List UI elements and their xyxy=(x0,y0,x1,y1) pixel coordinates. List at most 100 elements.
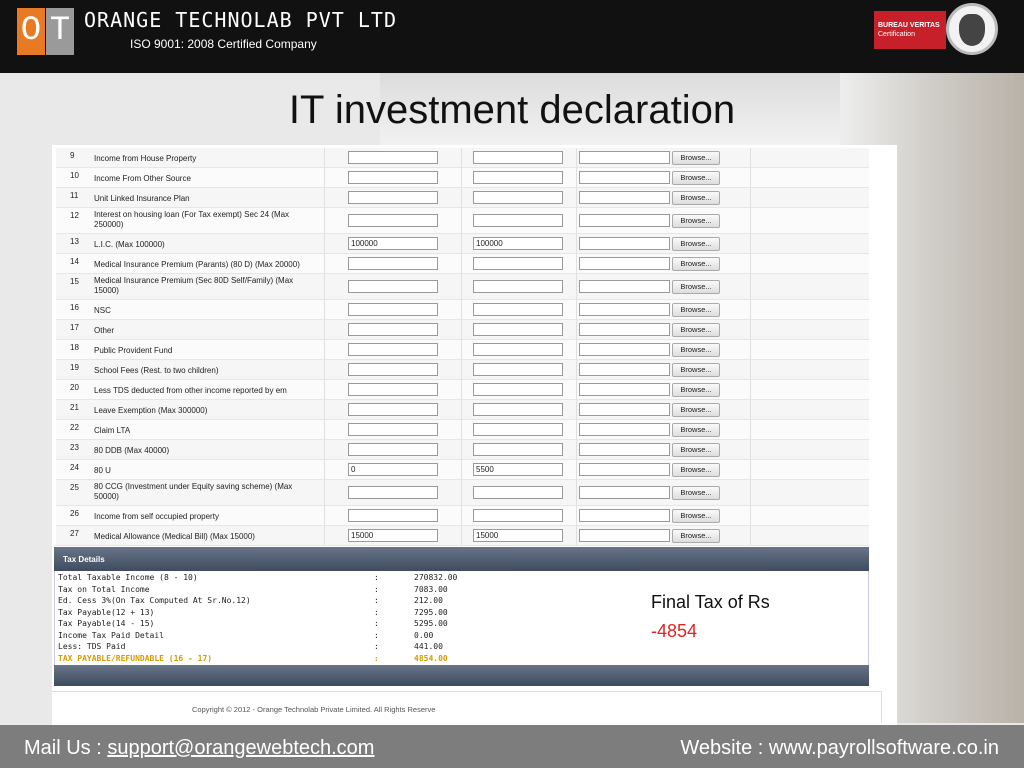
column-divider xyxy=(576,480,577,505)
column-divider xyxy=(750,208,751,233)
actual-amount-input[interactable] xyxy=(473,280,563,293)
declared-amount-input[interactable] xyxy=(348,323,438,336)
declared-amount-input[interactable] xyxy=(348,303,438,316)
declared-amount-input[interactable]: 100000 xyxy=(348,237,438,250)
browse-button[interactable]: Browse... xyxy=(672,256,720,271)
column-divider xyxy=(461,400,462,419)
declared-amount-input[interactable]: 0 xyxy=(348,463,438,476)
file-path-input[interactable] xyxy=(579,323,670,336)
file-path-input[interactable] xyxy=(579,280,670,293)
bureau-veritas-badge: BUREAU VERITAS Certification xyxy=(874,11,946,49)
declared-amount-input[interactable] xyxy=(348,403,438,416)
file-path-input[interactable] xyxy=(579,171,670,184)
tax-line-separator: : xyxy=(374,642,379,651)
tax-line-value: 270832.00 xyxy=(414,573,458,582)
file-path-input[interactable] xyxy=(579,403,670,416)
actual-amount-input[interactable]: 100000 xyxy=(473,237,563,250)
actual-amount-input[interactable]: 5500 xyxy=(473,463,563,476)
file-path-input[interactable] xyxy=(579,509,670,522)
browse-button[interactable]: Browse... xyxy=(672,462,720,477)
actual-amount-input[interactable] xyxy=(473,423,563,436)
row-description: School Fees (Rest. to two children) xyxy=(94,366,219,375)
actual-amount-input[interactable] xyxy=(473,443,563,456)
file-path-input[interactable] xyxy=(579,363,670,376)
browse-button[interactable]: Browse... xyxy=(672,442,720,457)
browse-button[interactable]: Browse... xyxy=(672,302,720,317)
declared-amount-input[interactable] xyxy=(348,383,438,396)
browse-button[interactable]: Browse... xyxy=(672,170,720,185)
declared-amount-input[interactable] xyxy=(348,214,438,227)
file-path-input[interactable] xyxy=(579,237,670,250)
actual-amount-input[interactable] xyxy=(473,191,563,204)
declared-amount-input[interactable] xyxy=(348,280,438,293)
file-path-input[interactable] xyxy=(579,486,670,499)
row-number: 19 xyxy=(70,363,79,372)
column-divider xyxy=(576,254,577,273)
browse-button[interactable]: Browse... xyxy=(672,236,720,251)
browse-button[interactable]: Browse... xyxy=(672,528,720,543)
browse-button[interactable]: Browse... xyxy=(672,402,720,417)
browse-button[interactable]: Browse... xyxy=(672,422,720,437)
browse-button[interactable]: Browse... xyxy=(672,508,720,523)
declared-amount-input[interactable] xyxy=(348,363,438,376)
actual-amount-input[interactable] xyxy=(473,486,563,499)
actual-amount-input[interactable] xyxy=(473,323,563,336)
column-divider xyxy=(461,320,462,339)
actual-amount-input[interactable] xyxy=(473,171,563,184)
declared-amount-input[interactable] xyxy=(348,151,438,164)
column-divider xyxy=(324,440,325,459)
declared-amount-input[interactable]: 15000 xyxy=(348,529,438,542)
declared-amount-input[interactable] xyxy=(348,191,438,204)
row-description: Claim LTA xyxy=(94,426,131,435)
declared-amount-input[interactable] xyxy=(348,509,438,522)
browse-button[interactable]: Browse... xyxy=(672,342,720,357)
actual-amount-input[interactable]: 15000 xyxy=(473,529,563,542)
actual-amount-input[interactable] xyxy=(473,214,563,227)
actual-amount-input[interactable] xyxy=(473,257,563,270)
file-path-input[interactable] xyxy=(579,529,670,542)
file-path-input[interactable] xyxy=(579,303,670,316)
actual-amount-input[interactable] xyxy=(473,343,563,356)
actual-amount-input[interactable] xyxy=(473,363,563,376)
declared-amount-input[interactable] xyxy=(348,486,438,499)
row-number: 25 xyxy=(70,483,79,492)
declaration-row: 23 80 DDB (Max 40000) Browse... xyxy=(56,440,869,460)
file-path-input[interactable] xyxy=(579,257,670,270)
actual-amount-input[interactable] xyxy=(473,303,563,316)
file-path-input[interactable] xyxy=(579,423,670,436)
browse-button[interactable]: Browse... xyxy=(672,190,720,205)
browse-button[interactable]: Browse... xyxy=(672,322,720,337)
column-divider xyxy=(576,526,577,545)
declared-amount-input[interactable] xyxy=(348,171,438,184)
declared-amount-input[interactable] xyxy=(348,257,438,270)
browse-button[interactable]: Browse... xyxy=(672,150,720,165)
column-divider xyxy=(461,188,462,207)
browse-button[interactable]: Browse... xyxy=(672,213,720,228)
declared-amount-input[interactable] xyxy=(348,423,438,436)
file-path-input[interactable] xyxy=(579,151,670,164)
declared-amount-input[interactable] xyxy=(348,443,438,456)
file-path-input[interactable] xyxy=(579,383,670,396)
file-path-input[interactable] xyxy=(579,463,670,476)
file-path-input[interactable] xyxy=(579,343,670,356)
support-email-link[interactable]: support@orangewebtech.com xyxy=(107,737,374,759)
actual-amount-input[interactable] xyxy=(473,383,563,396)
browse-button[interactable]: Browse... xyxy=(672,485,720,500)
file-path-input[interactable] xyxy=(579,191,670,204)
bureau-veritas-name: BUREAU VERITAS xyxy=(878,22,940,29)
browse-button[interactable]: Browse... xyxy=(672,362,720,377)
declaration-row: 17 Other Browse... xyxy=(56,320,869,340)
file-path-input[interactable] xyxy=(579,214,670,227)
actual-amount-input[interactable] xyxy=(473,403,563,416)
browse-button[interactable]: Browse... xyxy=(672,382,720,397)
column-divider xyxy=(750,234,751,253)
file-path-input[interactable] xyxy=(579,443,670,456)
declared-amount-input[interactable] xyxy=(348,343,438,356)
actual-amount-input[interactable] xyxy=(473,151,563,164)
company-logo: O T xyxy=(17,8,74,55)
browse-button[interactable]: Browse... xyxy=(672,279,720,294)
column-divider xyxy=(576,274,577,299)
column-divider xyxy=(324,148,325,167)
actual-amount-input[interactable] xyxy=(473,509,563,522)
column-divider xyxy=(576,208,577,233)
